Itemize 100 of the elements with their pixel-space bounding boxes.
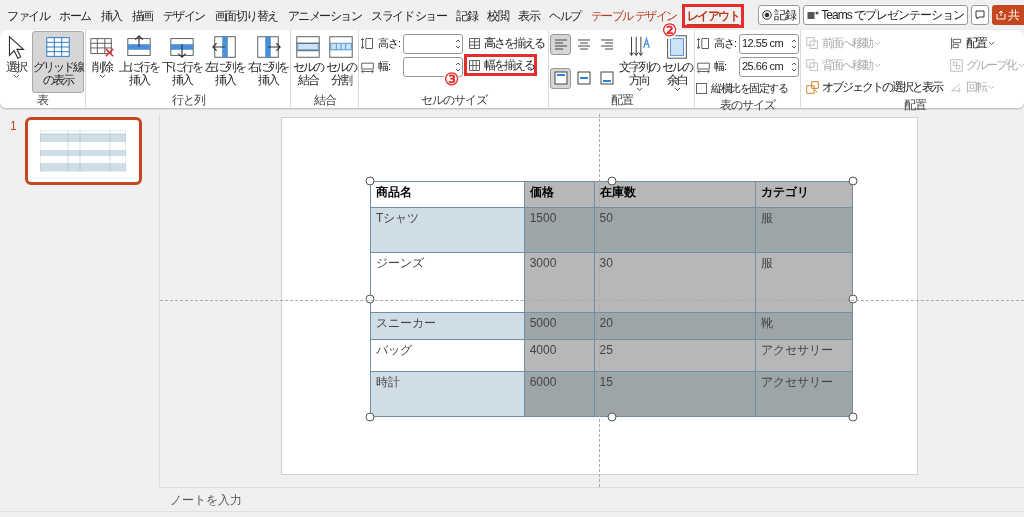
ribbon-tab[interactable]: デザイン [157,3,210,28]
field-label: 幅: [378,59,392,75]
share-button[interactable]: 共 [992,5,1024,25]
resize-handle[interactable] [365,294,375,304]
table-cell: バッグ [370,339,525,372]
ribbon-button[interactable]: 選択 [1,31,31,93]
column-header[interactable]: 商品名 [370,181,525,208]
size-field[interactable]: 12.55 cm [739,33,799,54]
ribbon-tab[interactable]: ヘルプ [544,3,586,28]
group-label: 結合 [313,93,336,108]
step-number: ③ [444,71,459,88]
checkbox[interactable] [696,82,707,94]
table-cell: Tシャツ [370,207,525,253]
ribbon-tab[interactable]: 表示 [513,3,545,28]
notes-field[interactable]: ノートを入力 [170,490,242,509]
align-icon [576,71,591,85]
distribute-rows-icon [467,35,482,51]
column-header[interactable]: 在庫数 [594,181,756,208]
row-height-icon [360,36,375,51]
align-icon [576,37,591,52]
size-field[interactable] [403,33,463,54]
table-cell: 50 [594,207,756,253]
column-header[interactable]: カテゴリ [755,181,853,208]
split-cells-icon [327,33,355,61]
group-label: 配置 [610,93,633,108]
table-cell: アクセサリー [755,339,853,372]
share-icon [996,10,1006,20]
resize-handle[interactable] [365,412,375,422]
ribbon-button[interactable]: 右に列を 挿入 [247,31,289,93]
step-number: ② [661,21,677,39]
ribbon-button[interactable]: 配置 [946,32,998,54]
column-header[interactable]: 価格 [524,181,595,208]
resize-handle[interactable] [607,412,616,422]
ribbon-button[interactable]: 上に行を 挿入 [118,31,160,93]
ribbon-tab[interactable]: ファイル [2,3,54,28]
resize-handle[interactable] [365,176,375,186]
teams-icon [807,9,820,21]
ribbon-tab[interactable]: 記録 [451,3,483,28]
table-cell: ジーンズ [370,252,525,313]
group-label: 表のサイズ [720,98,775,112]
record-icon [762,10,773,20]
resize-handle[interactable] [848,412,858,422]
ribbon-button[interactable]: 左に列を 挿入 [204,31,246,93]
merge-cells-icon [294,33,322,61]
ribbon-button[interactable]: 文字列の 方向 [618,31,660,93]
checkbox-label: 縦横比を固定する [711,80,787,96]
ribbon-tab[interactable]: ホーム [54,3,96,28]
present-button[interactable]: Teams でプレゼンテーション [803,5,968,25]
table-cell: 靴 [755,312,853,340]
ribbon-button[interactable]: セルの 分割 [325,31,357,93]
ribbon-button[interactable]: 下に行を 挿入 [161,31,203,93]
ribbon-button[interactable]: セルの 結合 [292,31,324,93]
table-cell: 30 [594,252,756,313]
table-cell: 20 [594,312,756,340]
slide-thumbnail[interactable] [24,117,142,185]
ribbon-button[interactable]: オブジェクトの選択と表示 [802,76,945,98]
field-label: 高さ: [714,36,736,52]
table-cell: 服 [755,252,853,313]
table-cell: 時計 [370,371,525,417]
slide-number: 1 [10,118,17,135]
group-label: 表 [37,93,48,108]
spin-arrows-icon [791,37,797,50]
table-cell: 服 [755,207,853,253]
table-cell: 1500 [524,207,595,253]
field-label: 高さ: [378,36,400,52]
ribbon-button[interactable]: 高さを揃える [464,32,547,54]
resize-handle[interactable] [607,176,616,186]
table-cell: 3000 [524,252,595,313]
group-label: 行と列 [171,93,205,108]
align-button[interactable] [550,67,571,89]
spin-arrows-icon [791,60,797,73]
spin-arrows-icon [455,60,461,73]
ribbon-tab[interactable]: アニメーション [282,3,366,28]
ribbon-tab[interactable]: 描画 [126,3,158,28]
ribbon-tab[interactable]: 挿入 [95,3,127,28]
resize-handle[interactable] [848,176,858,186]
ribbon-button[interactable]: 削除 [87,31,117,93]
table-cell: 6000 [524,371,595,417]
table-cell: 25 [594,339,756,372]
ribbon-tab[interactable]: 校閲 [482,3,514,28]
ribbon-tab[interactable]: スライド ショー [366,3,452,28]
send-backward-icon [805,57,820,73]
insert-column-left-icon [211,33,239,61]
table-cell: 15 [594,371,756,417]
ribbon-button[interactable]: グリッド線 の表示 [32,31,84,93]
ribbon-button[interactable]: 幅を揃える [464,54,537,76]
table-cell: スニーカー [370,312,525,340]
ribbon-tab[interactable]: 画面切り替え [209,3,283,28]
ribbon-tab[interactable]: レイアウト [681,3,745,28]
distribute-columns-icon [467,57,482,73]
bring-forward-icon [805,35,820,51]
comment-button[interactable] [971,5,989,25]
selection-pane-icon [805,79,820,95]
size-field[interactable]: 25.66 cm [739,56,799,77]
resize-handle[interactable] [848,294,858,304]
table-cell: 5000 [524,312,595,340]
record-button[interactable]: 記録 [758,5,801,25]
spin-arrows-icon [455,37,461,50]
align-icon [599,71,614,85]
align-icon [599,37,614,52]
